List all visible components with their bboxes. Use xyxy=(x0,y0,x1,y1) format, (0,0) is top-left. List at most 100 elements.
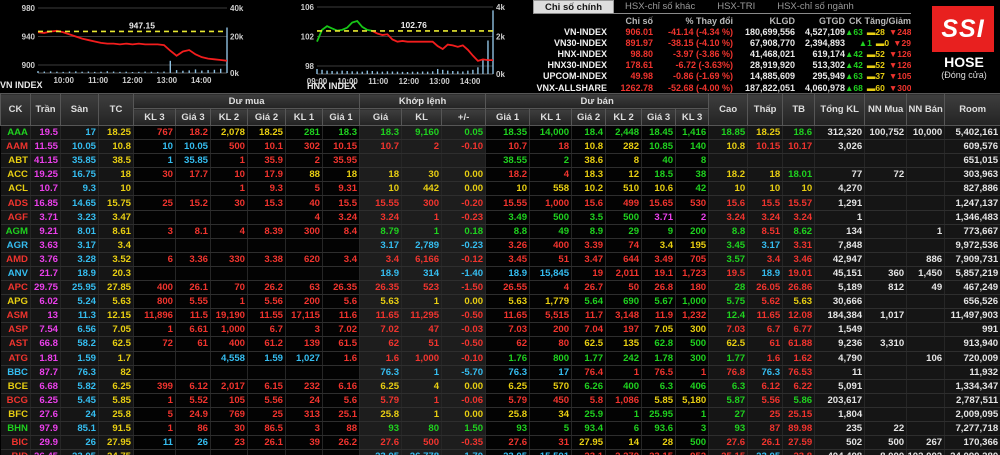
svg-text:102.76: 102.76 xyxy=(401,20,427,30)
cell-ck[interactable]: BID xyxy=(1,450,31,455)
cell-ck[interactable]: ASM xyxy=(1,309,31,323)
cell-room: 1,247,137 xyxy=(945,196,1000,210)
cell-mua-gia3 xyxy=(176,266,211,280)
cell-ck[interactable]: AGF xyxy=(1,210,31,224)
cell-san: 85.1 xyxy=(61,421,99,435)
cell-nn-mua: 360 xyxy=(865,266,907,280)
cell-mua-kl1: 302 xyxy=(286,140,323,154)
cell-ck[interactable]: BBC xyxy=(1,365,31,379)
tab-hsx-chi-so-khac[interactable]: HSX-chỉ số khác xyxy=(614,0,706,13)
index-summary-table: Chỉ số % Thay đổi KLGD GTGD CK Tăng/Giảm… xyxy=(533,15,911,93)
cell-ban-gia2: 11.7 xyxy=(572,309,606,323)
cell-ck[interactable]: AST xyxy=(1,337,31,351)
col-room: Room xyxy=(945,94,1000,126)
cell-ck[interactable]: AGM xyxy=(1,224,31,238)
svg-text:2k: 2k xyxy=(496,33,505,42)
cell-nn-ban xyxy=(907,365,945,379)
index-gtgd: 4,060,978 xyxy=(795,82,845,93)
cell-mua-gia1: 18 xyxy=(323,168,360,182)
group-khop-lenh: Khớp lệnh xyxy=(360,94,486,109)
cell-ban-gia3: 11.9 xyxy=(642,309,676,323)
cell-tran: 11.55 xyxy=(31,140,61,154)
cell-tran: 29.75 xyxy=(31,281,61,295)
cell-mua-gia1: 88 xyxy=(323,421,360,435)
cell-mua-kl1: 39 xyxy=(286,436,323,450)
cell-ck[interactable]: BIC xyxy=(1,436,31,450)
cell-tong-kl: 404,408 xyxy=(815,450,865,455)
cell-ck[interactable]: BFC xyxy=(1,407,31,421)
cell-ck[interactable]: ASP xyxy=(1,323,31,337)
cell-ban-gia2: 76.4 xyxy=(572,365,606,379)
cell-ck[interactable]: AAA xyxy=(1,126,31,140)
index-gtgd: 295,949 xyxy=(795,71,845,82)
cell-khop-chg: -0.10 xyxy=(442,351,486,365)
cell-mua-gia3 xyxy=(176,238,211,252)
cell-ck[interactable]: ATG xyxy=(1,351,31,365)
cell-room: 9,972,536 xyxy=(945,238,1000,252)
cell-ck[interactable]: ACC xyxy=(1,168,31,182)
tab-hsx-chi-so-nganh[interactable]: HSX-chỉ số ngành xyxy=(766,0,865,13)
cell-khop-kl: 2 xyxy=(402,140,442,154)
cell-ck[interactable]: ABT xyxy=(1,154,31,168)
cell-ck[interactable]: AMD xyxy=(1,252,31,266)
cell-cao: 8.8 xyxy=(709,224,748,238)
tab-hsx-tri[interactable]: HSX-TRI xyxy=(706,0,766,13)
group-du-ban: Dư bán xyxy=(486,94,709,109)
cell-ban-gia2: 15.6 xyxy=(572,196,606,210)
cell-khop-gia: 8.79 xyxy=(360,224,402,238)
cell-ck[interactable]: ANV xyxy=(1,266,31,280)
cell-khop-kl: 1 xyxy=(402,295,442,309)
cell-cao: 28 xyxy=(709,281,748,295)
cell-cao: 5.75 xyxy=(709,295,748,309)
cell-mua-kl3: 1 xyxy=(134,421,176,435)
vn-index-label: VN INDEX xyxy=(0,80,43,90)
cell-ban-gia2: 3.39 xyxy=(572,238,606,252)
cell-mua-kl2: 1 xyxy=(211,154,248,168)
cell-thap: 10 xyxy=(748,182,783,196)
cell-mua-gia3: 5.55 xyxy=(176,295,211,309)
cell-tb: 8.62 xyxy=(783,224,815,238)
cell-mua-gia3 xyxy=(176,365,211,379)
cell-ck[interactable]: APG xyxy=(1,295,31,309)
cell-tran: 6.25 xyxy=(31,393,61,407)
cell-room: 913,940 xyxy=(945,337,1000,351)
index-col-tang-giam: CK Tăng/Giảm xyxy=(845,15,911,26)
tab-chi-so-chinh[interactable]: Chỉ số chính xyxy=(533,0,614,13)
cell-mua-gia3: 86 xyxy=(176,421,211,435)
cell-cao: 10.8 xyxy=(709,140,748,154)
cell-ban-gia1: 26.55 xyxy=(486,281,530,295)
col-tb: TB xyxy=(783,94,815,126)
cell-ban-kl1: 4 xyxy=(530,281,572,295)
cell-ck[interactable]: ADS xyxy=(1,196,31,210)
col-nn-mua: NN Mua xyxy=(865,94,907,126)
cell-ck[interactable]: BCE xyxy=(1,379,31,393)
cell-ck[interactable]: AAM xyxy=(1,140,31,154)
cell-ban-kl1: 4 xyxy=(530,168,572,182)
cell-khop-chg: 0.00 xyxy=(442,168,486,182)
cell-tc: 1.7 xyxy=(99,351,134,365)
cell-ban-gia3: 93.6 xyxy=(642,421,676,435)
cell-ban-gia1: 10.7 xyxy=(486,140,530,154)
cell-mua-kl3 xyxy=(134,210,176,224)
cell-ck[interactable]: ACL xyxy=(1,182,31,196)
cell-room: 7,277,718 xyxy=(945,421,1000,435)
cell-tran: 9.21 xyxy=(31,224,61,238)
index-col-empty xyxy=(533,15,607,26)
cell-mua-gia3: 35.85 xyxy=(176,154,211,168)
cell-tong-kl: 1,291 xyxy=(815,196,865,210)
cell-mua-kl2: 70 xyxy=(211,281,248,295)
cell-ck[interactable]: BCG xyxy=(1,393,31,407)
cell-mua-gia1: 6.16 xyxy=(323,379,360,393)
svg-text:980: 980 xyxy=(22,4,36,13)
index-panel: Chỉ số chính HSX-chỉ số khác HSX-TRI HSX… xyxy=(533,0,911,93)
cell-tb: 10 xyxy=(783,182,815,196)
cell-ck[interactable]: AGR xyxy=(1,238,31,252)
cell-mua-kl3: 400 xyxy=(134,281,176,295)
cell-ban-gia3: 9 xyxy=(642,224,676,238)
index-value: 98.80 xyxy=(607,48,653,59)
cell-ck[interactable]: BHN xyxy=(1,421,31,435)
cell-ban-kl3: 406 xyxy=(676,379,709,393)
cell-ck[interactable]: APC xyxy=(1,281,31,295)
cell-ban-gia1: 18.9 xyxy=(486,266,530,280)
cell-thap: 10.15 xyxy=(748,140,783,154)
